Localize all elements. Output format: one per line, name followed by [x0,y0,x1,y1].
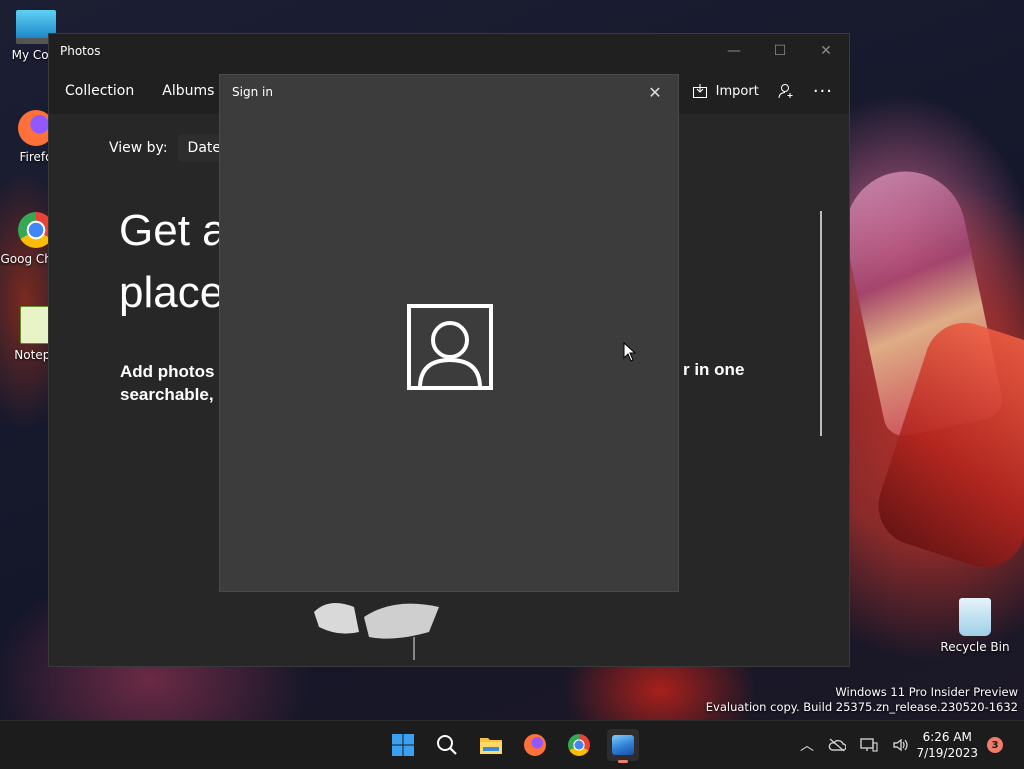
desktop-icon-label: Recycle Bin [940,640,1010,654]
photos-taskbar-button[interactable] [607,729,639,763]
start-button[interactable] [387,729,419,761]
tab-collection[interactable]: Collection [53,83,146,99]
watermark-line: Windows 11 Pro Insider Preview [835,685,1018,699]
system-tray: ︿ [800,721,910,769]
hero-heading: Get a place [119,200,227,324]
watermark-line: Evaluation copy. Build 25375.zn_release.… [705,700,1018,714]
active-indicator [618,760,628,763]
network-icon[interactable] [860,737,878,753]
import-button[interactable]: Import [692,83,759,99]
firefox-taskbar-button[interactable] [519,729,551,761]
close-window-button[interactable]: ✕ [803,34,849,68]
taskbar: ︿ 6:26 AM 7/19/2023 3 [0,720,1024,769]
illustration-graphic [314,603,439,660]
onedrive-icon[interactable] [828,738,846,752]
search-icon [437,735,457,755]
sign-in-dialog: Sign in ✕ [219,74,679,592]
notification-badge[interactable]: 3 [987,737,1003,753]
view-by-label: View by: [109,140,168,156]
hero-line: place [119,268,225,317]
user-avatar-icon [407,304,493,390]
close-dialog-button[interactable]: ✕ [632,75,678,109]
windows-logo-icon [392,734,414,756]
recycle-bin-icon [959,598,991,636]
window-title: Photos [60,44,101,58]
clock-date: 7/19/2023 [916,746,978,760]
maximize-button[interactable]: ☐ [757,34,803,68]
chrome-taskbar-button[interactable] [563,729,595,761]
account-icon[interactable] [777,82,795,100]
volume-icon[interactable] [892,737,910,753]
scrollbar[interactable] [820,211,822,436]
firefox-icon [524,734,546,756]
dialog-header: Sign in ✕ [220,75,678,109]
search-button[interactable] [431,729,463,761]
import-icon [692,84,707,98]
chevron-up-icon[interactable]: ︿ [800,735,814,755]
photos-icon [612,735,634,755]
folder-icon [480,738,502,754]
hero-subtext-right: r in one [683,360,745,379]
hero-line: Get a [119,206,227,255]
desktop-icon-recycle-bin[interactable]: Recycle Bin [938,598,1012,654]
minimize-button[interactable]: — [711,34,757,68]
windows-watermark: Windows 11 Pro Insider Preview Evaluatio… [706,685,1018,715]
clock[interactable]: 6:26 AM 7/19/2023 [916,729,978,761]
clock-time: 6:26 AM [922,730,972,744]
mouse-cursor-icon [623,342,637,362]
tab-albums[interactable]: Albums [150,83,226,99]
window-titlebar[interactable]: Photos — ☐ ✕ [49,34,849,68]
more-options-icon[interactable]: ··· [813,81,833,102]
chrome-icon [568,734,590,756]
file-explorer-button[interactable] [475,729,507,761]
dialog-title: Sign in [232,85,273,99]
import-label: Import [715,83,759,99]
